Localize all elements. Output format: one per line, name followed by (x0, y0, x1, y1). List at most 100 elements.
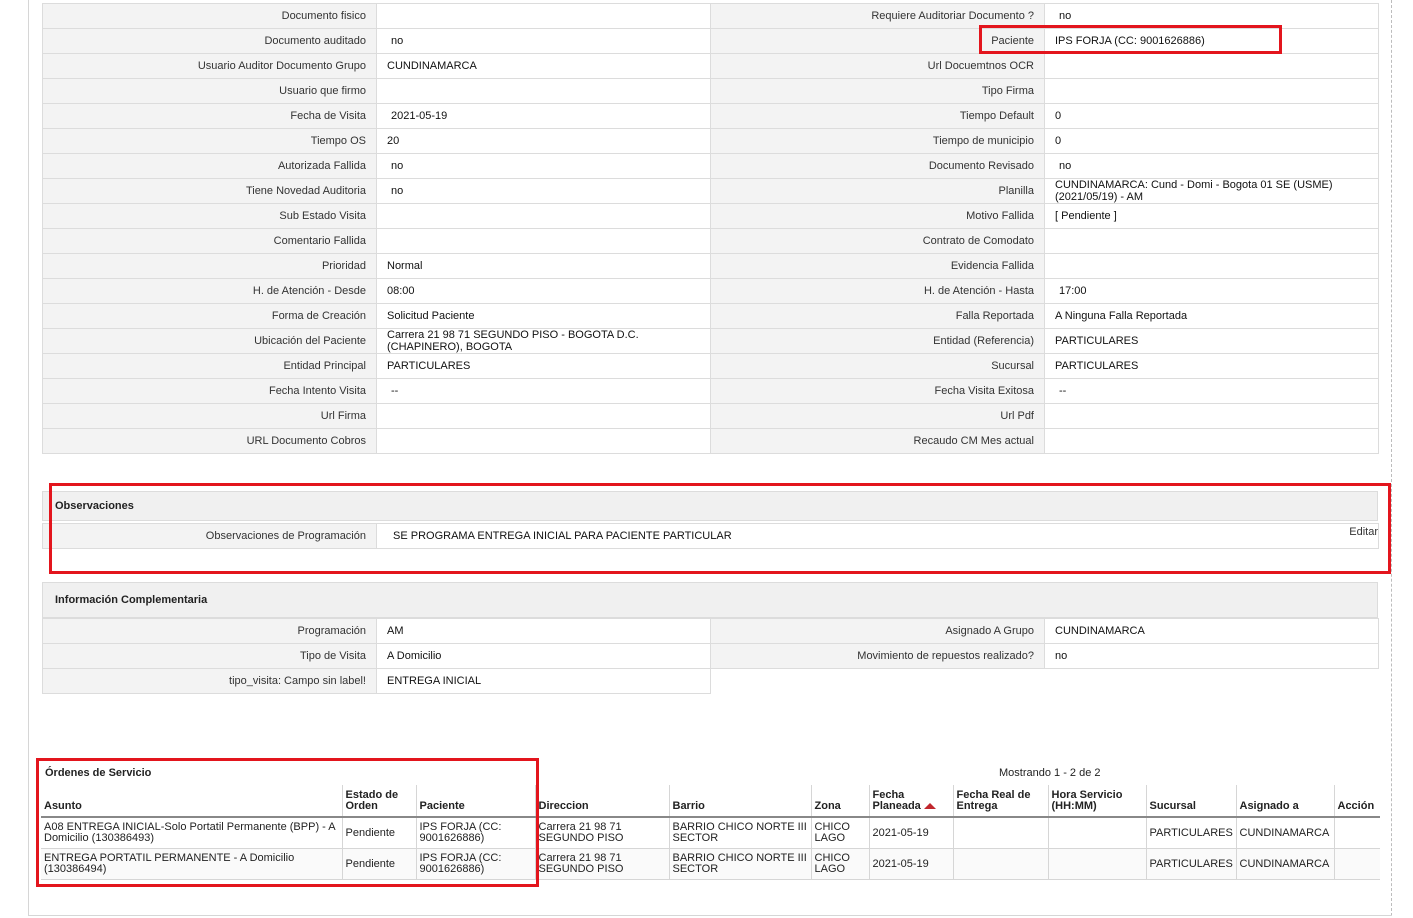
observaciones-programacion-value: SE PROGRAMA ENTREGA INICIAL PARA PACIENT… (376, 523, 1379, 549)
field-value (376, 78, 711, 104)
detail-row: Tiempo OS 20 Tiempo de municipio 0 (42, 128, 1379, 154)
detail-row: Sub Estado Visita Motivo Fallida[ Pendien… (42, 203, 1379, 229)
order-paciente: IPS FORJA (CC: 9001626886) (416, 848, 536, 880)
programacion-value: AM (376, 618, 711, 644)
field-value (1044, 428, 1379, 454)
field-value: no (376, 178, 711, 204)
field-value: -- (1044, 378, 1379, 404)
complementaria-row: Tipo de Visita A Domicilio Movimiento de… (42, 643, 1379, 669)
column-header-paciente[interactable]: Paciente (416, 785, 536, 818)
tipo-visita-value: A Domicilio (376, 643, 711, 669)
field-label: Recaudo CM Mes actual (710, 428, 1045, 454)
detail-row: Forma de Creación Solicitud Paciente Falla… (42, 303, 1379, 329)
field-value: no (376, 28, 711, 54)
field-label: Fecha Intento Visita (42, 378, 377, 404)
field-label: Usuario Auditor Documento Grupo (42, 53, 377, 79)
order-accion[interactable] (1334, 817, 1380, 849)
column-header-accion: Acción (1334, 785, 1380, 818)
order-zona: CHICO LAGO (811, 817, 870, 849)
observaciones-section-header: Observaciones (42, 491, 1378, 521)
order-sucursal: PARTICULARES (1146, 817, 1237, 849)
asignado-grupo-value: CUNDINAMARCA (1044, 618, 1379, 644)
field-label: Usuario que firmo (42, 78, 377, 104)
column-header-direccion[interactable]: Direccion (535, 785, 670, 818)
field-value: 20 (376, 128, 711, 154)
order-paciente: IPS FORJA (CC: 9001626886) (416, 817, 536, 849)
page-left-border (28, 0, 29, 916)
order-direccion: Carrera 21 98 71 SEGUNDO PISO (535, 817, 670, 849)
complementaria-row: Programación AM Asignado A Grupo CUNDINA… (42, 618, 1379, 644)
field-label: Requiere Auditoriar Documento ? (710, 3, 1045, 29)
column-header-estado[interactable]: Estado de Orden (342, 785, 417, 818)
field-label: Paciente (710, 28, 1045, 54)
order-estado: Pendiente (342, 817, 417, 849)
detail-row: Documento fisico Requiere Auditoriar Docu… (42, 3, 1379, 29)
order-fecha-real (953, 817, 1049, 849)
field-label: Entidad Principal (42, 353, 377, 379)
field-label: Tiene Novedad Auditoria (42, 178, 377, 204)
field-label: Tiempo OS (42, 128, 377, 154)
table-row[interactable]: A08 ENTREGA INICIAL-Solo Portatil Perman… (41, 817, 1380, 849)
field-value: Carrera 21 98 71 SEGUNDO PISO - BOGOTA D… (376, 328, 711, 354)
field-label: Ubicación del Paciente (42, 328, 377, 354)
field-value: no (1044, 3, 1379, 29)
column-header-asunto[interactable]: Asunto (41, 785, 343, 818)
visit-detail-table: Documento fisico Requiere Auditoriar Docu… (42, 3, 1379, 454)
field-value: PARTICULARES (1044, 328, 1379, 354)
observaciones-programacion-text: SE PROGRAMA ENTREGA INICIAL PARA PACIENT… (393, 530, 732, 542)
order-asignado: CUNDINAMARCA (1236, 848, 1335, 880)
field-value (376, 3, 711, 29)
column-header-hora-servicio[interactable]: Hora Servicio (HH:MM) (1048, 785, 1147, 818)
order-accion[interactable] (1334, 848, 1380, 880)
field-label: Prioridad (42, 253, 377, 279)
field-label: Url Pdf (710, 403, 1045, 429)
field-label: Planilla (710, 178, 1045, 204)
field-label: Url Firma (42, 403, 377, 429)
field-label: Documento Revisado (710, 153, 1045, 179)
field-value: PARTICULARES (1044, 353, 1379, 379)
field-value (376, 428, 711, 454)
order-hora-servicio (1048, 817, 1147, 849)
complementaria-row: tipo_visita: Campo sin label! ENTREGA IN… (42, 668, 1379, 694)
fecha-planeada-label: Fecha Planeada (872, 789, 921, 812)
column-header-sucursal[interactable]: Sucursal (1146, 785, 1237, 818)
field-label: Autorizada Fallida (42, 153, 377, 179)
field-value: CUNDINAMARCA (376, 53, 711, 79)
column-header-fecha-planeada[interactable]: Fecha Planeada (869, 785, 954, 818)
detail-row: URL Documento Cobros Recaudo CM Mes actua… (42, 428, 1379, 454)
detail-row: Documento auditado no Paciente IPS FORJA (C… (42, 28, 1379, 54)
page-right-border (1391, 0, 1392, 916)
complementaria-table: Programación AM Asignado A Grupo CUNDINA… (42, 618, 1379, 694)
order-asunto-link[interactable]: A08 ENTREGA INICIAL-Solo Portatil Perman… (41, 817, 343, 849)
field-label: H. de Atención - Desde (42, 278, 377, 304)
table-row[interactable]: ENTREGA PORTATIL PERMANENTE - A Domicili… (41, 848, 1380, 880)
movimiento-repuestos-value: no (1044, 643, 1379, 669)
detail-row: Usuario Auditor Documento Grupo CUNDINAMA… (42, 53, 1379, 79)
column-header-zona[interactable]: Zona (811, 785, 870, 818)
detail-row: Autorizada Fallida no Documento Revisado no (42, 153, 1379, 179)
order-asunto-link[interactable]: ENTREGA PORTATIL PERMANENTE - A Domicili… (41, 848, 343, 880)
detail-row: Entidad Principal PARTICULARES Sucursal PAR… (42, 353, 1379, 379)
column-header-asignado[interactable]: Asignado a (1236, 785, 1335, 818)
field-label: Sucursal (710, 353, 1045, 379)
editar-link[interactable]: Editar (1349, 526, 1378, 538)
pagination-info: Mostrando 1 - 2 de 2 (999, 767, 1101, 779)
field-value: CUNDINAMARCA: Cund - Domi - Bogota 01 SE… (1044, 178, 1379, 204)
column-header-barrio[interactable]: Barrio (669, 785, 812, 818)
observaciones-title: Observaciones (55, 500, 134, 512)
field-value (1044, 53, 1379, 79)
order-barrio: BARRIO CHICO NORTE III SECTOR (669, 848, 812, 880)
field-label: Fecha Visita Exitosa (710, 378, 1045, 404)
field-label: Falla Reportada (710, 303, 1045, 329)
observaciones-programacion-label: Observaciones de Programación (42, 523, 377, 549)
tipo-visita-campo-label: tipo_visita: Campo sin label! (42, 668, 377, 694)
order-direccion: Carrera 21 98 71 SEGUNDO PISO (535, 848, 670, 880)
field-value: Solicitud Paciente (376, 303, 711, 329)
programacion-label: Programación (42, 618, 377, 644)
column-header-fecha-real[interactable]: Fecha Real de Entrega (953, 785, 1049, 818)
sort-ascending-icon (923, 803, 936, 810)
field-label: Tiempo Default (710, 103, 1045, 129)
detail-row: Fecha Intento Visita -- Fecha Visita Exito… (42, 378, 1379, 404)
field-value: [ Pendiente ] (1044, 203, 1379, 229)
order-barrio: BARRIO CHICO NORTE III SECTOR (669, 817, 812, 849)
